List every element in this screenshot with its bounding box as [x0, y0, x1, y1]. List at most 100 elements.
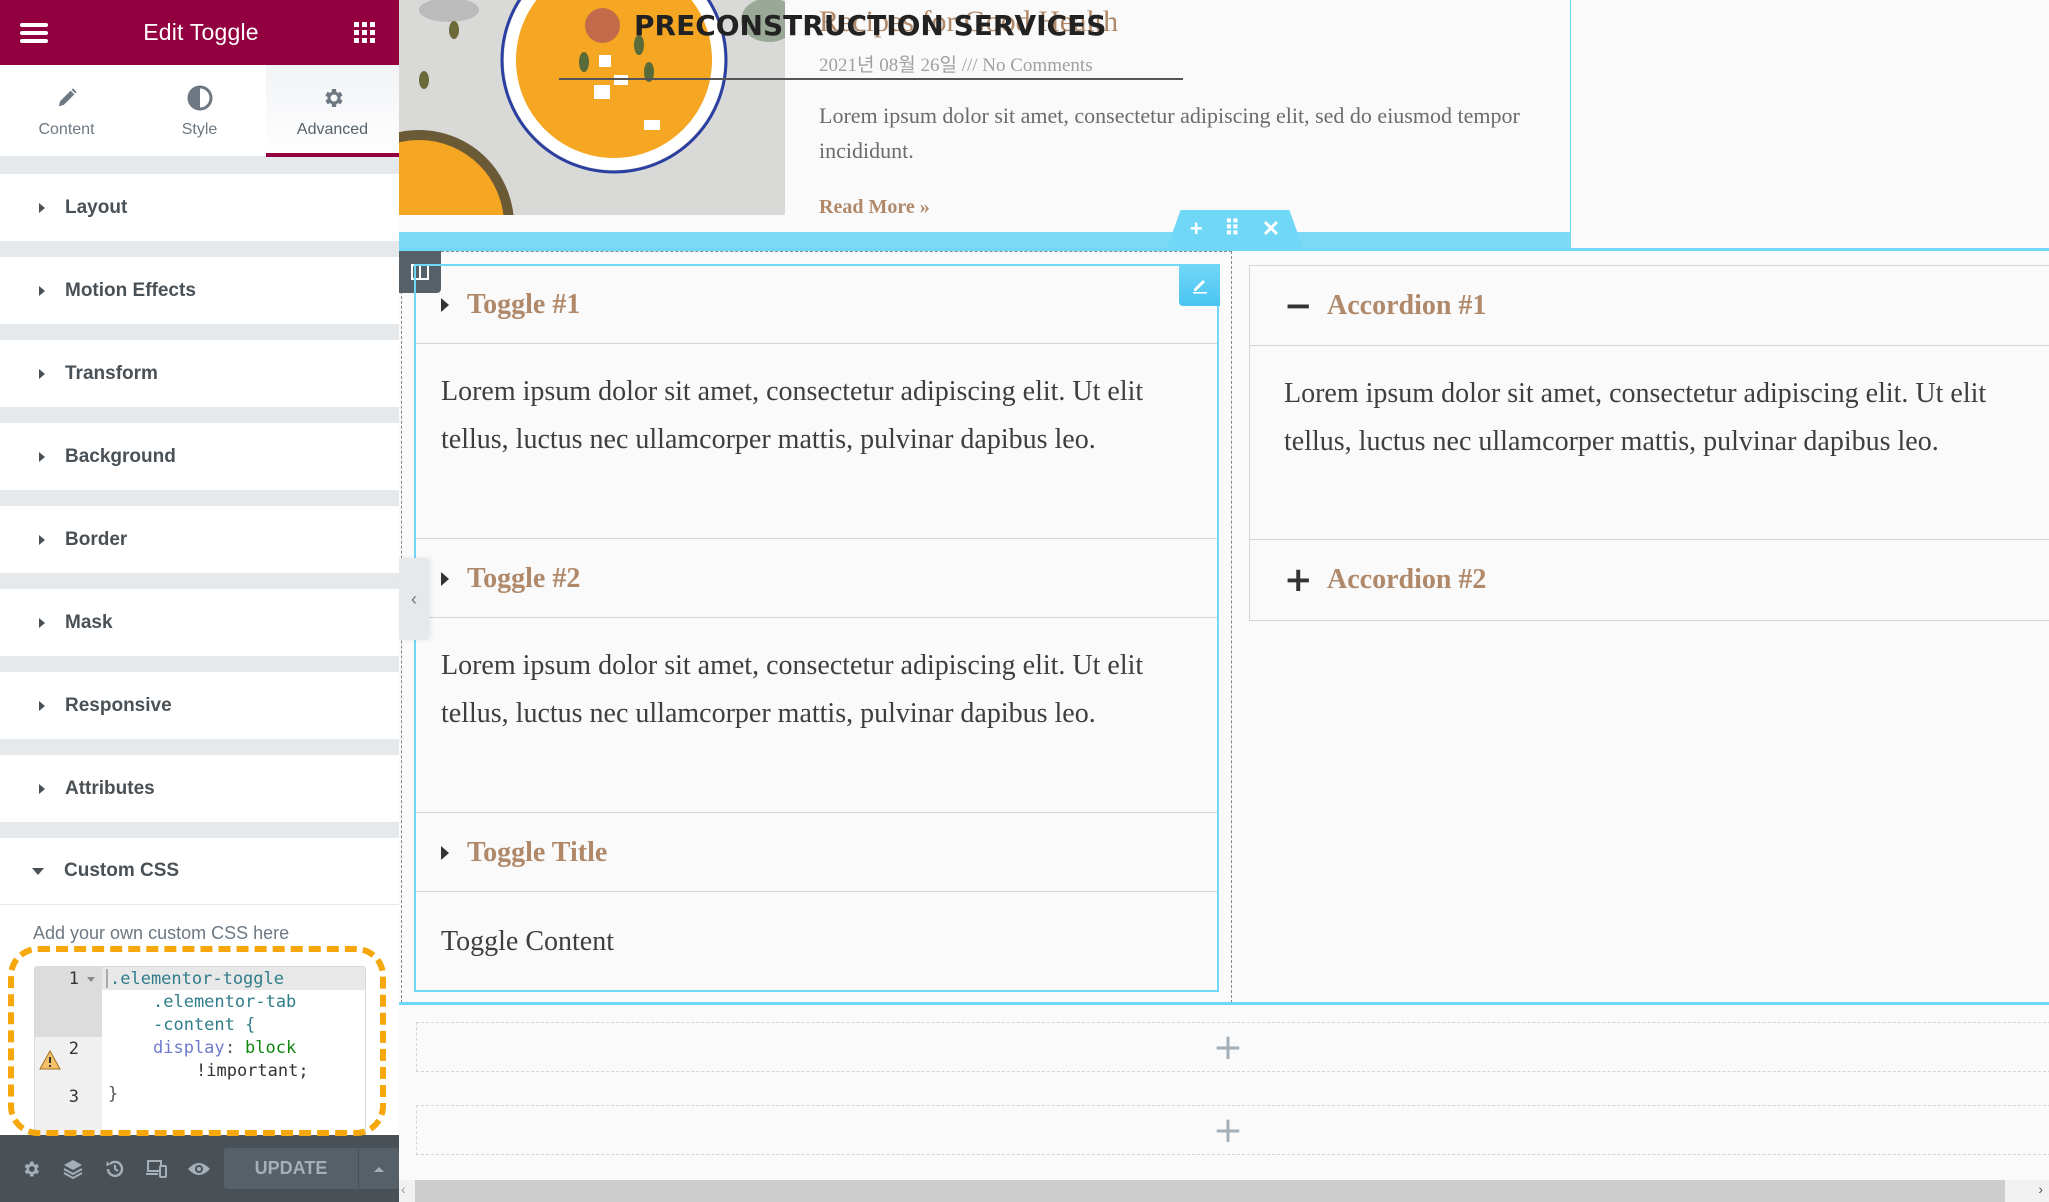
- section-background[interactable]: Background: [0, 423, 399, 490]
- section-handle: + ⠿ ✕: [1167, 210, 1303, 248]
- toggle-widget[interactable]: Toggle #1 Lorem ipsum dolor sit amet, co…: [414, 264, 1219, 992]
- collapse-panel-button[interactable]: ‹: [399, 558, 429, 640]
- caret-right-icon: [441, 571, 449, 586]
- caret-right-icon: [39, 285, 45, 296]
- page-preview: Recipes for Good Health 2021년 08월 26일 //…: [399, 0, 2049, 1202]
- section-label: Background: [65, 445, 176, 467]
- tab-style[interactable]: Style: [133, 65, 266, 156]
- section-layout[interactable]: Layout: [0, 174, 399, 241]
- tab-content[interactable]: Content: [0, 65, 133, 156]
- toggle-content: Lorem ipsum dolor sit amet, consectetur …: [416, 618, 1217, 813]
- header-divider: [559, 78, 1183, 80]
- section-label: Custom CSS: [64, 860, 180, 881]
- toggle-content: Toggle Content: [441, 926, 615, 957]
- toggle-item: Toggle #1 Lorem ipsum dolor sit amet, co…: [416, 266, 1217, 539]
- caret-right-icon: [39, 451, 45, 462]
- accordion-title[interactable]: − Accordion #1: [1250, 266, 2049, 346]
- section-custom-css[interactable]: Custom CSS: [0, 838, 399, 905]
- panel-tabs: Content Style Advanced: [0, 65, 399, 157]
- menu-icon[interactable]: [20, 22, 48, 43]
- preview-eye-icon[interactable]: [178, 1149, 220, 1189]
- section-label: Transform: [65, 362, 158, 384]
- tab-advanced[interactable]: Advanced: [266, 65, 399, 157]
- code-token: }: [108, 1084, 119, 1104]
- section-mask[interactable]: Mask: [0, 589, 399, 656]
- pencil-icon: [1192, 280, 1207, 294]
- settings-icon[interactable]: [10, 1149, 52, 1189]
- layers-icon[interactable]: [52, 1149, 94, 1189]
- section-label: Motion Effects: [65, 279, 196, 301]
- section-label: Attributes: [65, 777, 155, 799]
- caret-right-icon: [39, 202, 45, 213]
- history-icon[interactable]: [94, 1149, 136, 1189]
- section-motion-effects[interactable]: Motion Effects: [0, 257, 399, 324]
- toggle-item: Toggle #2 Lorem ipsum dolor sit amet, co…: [416, 540, 1217, 813]
- accordion-widget[interactable]: − Accordion #1 Lorem ipsum dolor sit ame…: [1249, 265, 2049, 621]
- code-area[interactable]: .elementor-toggle .elementor-tab -conten…: [102, 967, 365, 1135]
- panel-title: Edit Toggle: [143, 19, 259, 45]
- horizontal-scrollbar[interactable]: ‹ ›: [399, 1180, 2049, 1202]
- section-responsive[interactable]: Responsive: [0, 672, 399, 739]
- caret-right-icon: [39, 368, 45, 379]
- accordion-content: Lorem ipsum dolor sit amet, consectetur …: [1250, 346, 2049, 540]
- edit-widget-button[interactable]: [1179, 264, 1220, 306]
- post-meta: 2021년 08월 26일 /// No Comments: [819, 55, 1093, 76]
- section-transform[interactable]: Transform: [0, 340, 399, 407]
- text-cursor: [106, 969, 108, 988]
- update-button[interactable]: UPDATE: [224, 1148, 359, 1189]
- add-element-icon[interactable]: +: [1213, 1027, 1243, 1068]
- scroll-right-icon[interactable]: ›: [2038, 1181, 2043, 1197]
- section-label: Layout: [65, 196, 128, 218]
- accordion-title[interactable]: + Accordion #2: [1250, 540, 2049, 620]
- toggle-content: Lorem ipsum dolor sit amet, consectetur …: [416, 344, 1217, 539]
- editor-panel: Edit Toggle Content Style Advanced Layou…: [0, 0, 399, 1202]
- half-circle-icon: [187, 83, 213, 113]
- widgets-grid-icon[interactable]: [354, 21, 376, 44]
- drag-handle-icon[interactable]: ⠿: [1224, 216, 1240, 242]
- accordion-title-text: Accordion #1: [1327, 289, 1487, 321]
- scrollbar-thumb[interactable]: [415, 1180, 2005, 1202]
- code-token: -content {: [153, 1015, 256, 1035]
- toggle-title-text: Toggle #1: [467, 288, 581, 320]
- delete-section-icon[interactable]: ✕: [1262, 216, 1280, 242]
- tab-advanced-label: Advanced: [296, 120, 369, 138]
- code-token: block: [245, 1038, 297, 1058]
- scroll-left-icon[interactable]: ‹: [401, 1181, 406, 1197]
- section-border[interactable]: Border: [0, 506, 399, 573]
- toggle-title[interactable]: Toggle Title: [416, 814, 1217, 892]
- section-label: Border: [65, 528, 128, 550]
- caret-right-icon: [441, 297, 449, 312]
- tab-content-label: Content: [38, 120, 95, 138]
- add-section-icon[interactable]: +: [1190, 216, 1203, 242]
- post-excerpt: Lorem ipsum dolor sit amet, consectetur …: [819, 103, 1520, 163]
- section-attributes[interactable]: Attributes: [0, 755, 399, 822]
- line-number: 1: [68, 969, 79, 989]
- tab-style-label: Style: [181, 120, 218, 138]
- responsive-mode-icon[interactable]: [136, 1149, 178, 1189]
- add-element-icon[interactable]: +: [1213, 1110, 1243, 1151]
- fold-arrow-icon[interactable]: [87, 977, 95, 982]
- empty-section-dropzone: +: [416, 1022, 2049, 1072]
- toggle-title[interactable]: Toggle #1: [416, 266, 1217, 344]
- plus-icon: +: [1284, 560, 1313, 600]
- accordion-title-text: Accordion #2: [1327, 564, 1487, 595]
- caret-right-icon: [39, 783, 45, 794]
- toggle-title[interactable]: Toggle #2: [416, 540, 1217, 618]
- site-brand[interactable]: PRECONSTRUCTION SERVICES: [634, 9, 1106, 42]
- section-border-bottom: [399, 1002, 2049, 1005]
- toggle-title-text: Toggle #2: [467, 562, 581, 594]
- code-token: !important;: [196, 1061, 309, 1081]
- empty-section-dropzone: +: [416, 1105, 2049, 1155]
- read-more-link[interactable]: Read More »: [819, 196, 930, 219]
- minus-icon: −: [1284, 285, 1313, 326]
- caret-up-icon: [374, 1166, 384, 1172]
- css-code-editor[interactable]: 1 2 3 .elementor-toggle .elementor-tab -…: [34, 966, 366, 1136]
- code-token: :: [225, 1038, 236, 1058]
- toggle-title-text: Toggle Title: [467, 836, 608, 868]
- update-options-button[interactable]: [359, 1148, 399, 1189]
- code-token: .elementor-toggle: [110, 969, 284, 989]
- site-header-overlay: PRECONSTRUCTION SERVICES: [585, 8, 1106, 43]
- gear-icon: [321, 83, 345, 113]
- section-label: Mask: [65, 611, 113, 633]
- panel-footer: UPDATE: [0, 1135, 399, 1202]
